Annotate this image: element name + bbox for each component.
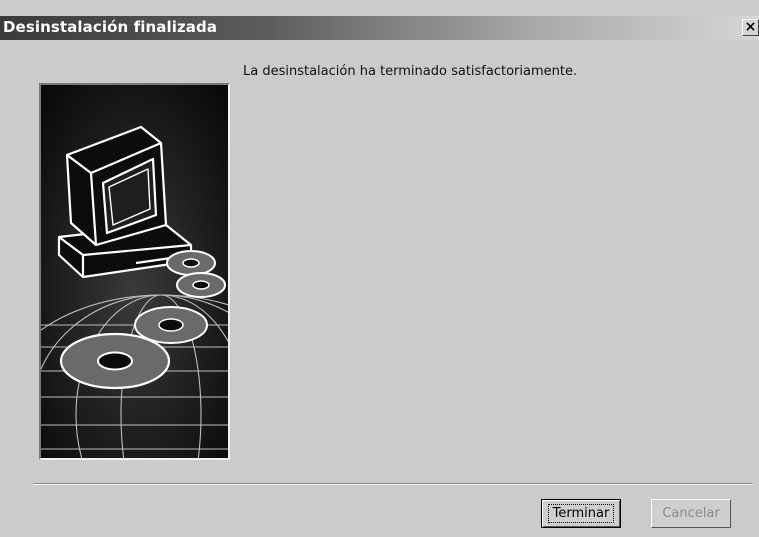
cancel-button[interactable]: Cancelar xyxy=(651,499,731,528)
title-bar[interactable]: Desinstalación finalizada × xyxy=(0,16,759,40)
button-separator xyxy=(33,483,753,485)
cancel-button-label: Cancelar xyxy=(662,506,720,521)
completion-message: La desinstalación ha terminado satisfact… xyxy=(243,64,578,79)
uninstall-dialog: Desinstalación finalizada × La desinstal… xyxy=(0,0,759,537)
wizard-illustration xyxy=(39,83,230,460)
computer-discs-icon xyxy=(41,85,228,458)
close-icon: × xyxy=(744,19,757,35)
close-button[interactable]: × xyxy=(742,19,759,36)
window-title: Desinstalación finalizada xyxy=(3,18,218,36)
finish-button-label: Terminar xyxy=(547,504,615,523)
finish-button[interactable]: Terminar xyxy=(541,499,621,528)
